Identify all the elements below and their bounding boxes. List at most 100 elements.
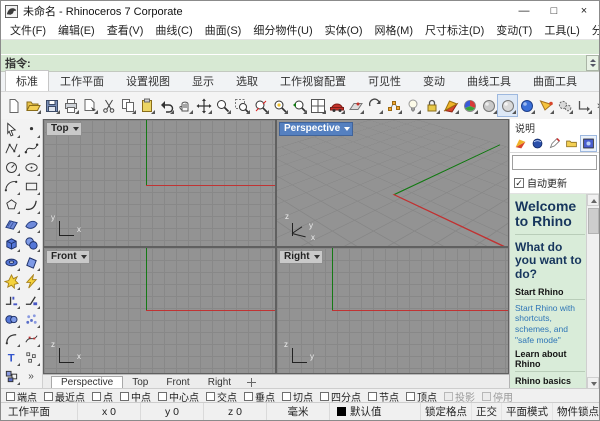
control-point-curve-icon[interactable] [1,139,21,158]
tab-visibility[interactable]: 可见性 [357,70,412,91]
duplicate-icon[interactable] [80,95,99,116]
help-scrollbar[interactable] [586,194,599,389]
osnap-end-checkbox[interactable] [6,392,15,401]
osnap-perpendicular-checkbox[interactable] [244,392,253,401]
chevron-down-icon[interactable] [81,255,87,259]
toggle-ortho[interactable]: 正交 [472,403,502,420]
tab-cplanes[interactable]: 工作平面 [49,70,115,91]
panel-tab-help-icon[interactable] [581,136,596,151]
osnap-intersection[interactable]: 交点 [206,389,237,404]
scroll-thumb[interactable] [588,208,599,234]
curve-fillet-icon[interactable] [1,329,21,348]
tab-select[interactable]: 选取 [225,70,269,91]
panel-tab-notes-icon[interactable] [547,136,562,151]
viewport-top-title[interactable]: Top [46,122,82,136]
block-icon[interactable] [1,367,21,386]
viewport-perspective-title[interactable]: Perspective [279,122,353,136]
menu-subd[interactable]: 细分物件(U) [247,22,318,38]
close-button[interactable]: × [569,1,599,21]
lamp-icon[interactable] [403,95,422,116]
paste-icon[interactable] [137,95,156,116]
chevron-down-icon[interactable] [344,127,350,131]
tab-surface-tools[interactable]: 曲面工具 [522,70,588,91]
cplane-icon[interactable] [346,95,365,116]
text-icon[interactable]: T [1,348,21,367]
explode-icon[interactable] [1,272,21,291]
point-grid-icon[interactable] [21,348,41,367]
shaded-sphere-icon[interactable] [479,95,498,116]
chevron-down-icon[interactable] [314,255,320,259]
sidebar-overflow-icon[interactable]: » [21,367,41,386]
menu-dimension[interactable]: 尺寸标注(D) [419,22,490,38]
undo-icon[interactable] [156,95,175,116]
print-icon[interactable] [61,95,80,116]
ellipse-icon[interactable] [21,158,41,177]
tab-curve-tools[interactable]: 曲线工具 [456,70,522,91]
named-view-icon[interactable] [327,95,346,116]
rebuild-curve-icon[interactable] [21,329,41,348]
menu-analyze[interactable]: 分析(A) [586,22,600,38]
rendered-sphere-icon[interactable] [517,95,536,116]
osnap-end[interactable]: 端点 [6,389,37,404]
new-viewport-tab-icon[interactable] [246,377,257,388]
flash-icon[interactable] [21,272,41,291]
point-icon[interactable] [21,120,41,139]
lock-icon[interactable] [422,95,441,116]
save-icon[interactable] [42,95,61,116]
viewport-front[interactable]: Front z x [44,248,275,374]
osnap-near[interactable]: 最近点 [44,389,85,404]
tab-display[interactable]: 显示 [181,70,225,91]
chevron-down-icon[interactable] [73,127,79,131]
history-icon[interactable] [574,95,593,116]
menu-surface[interactable]: 曲面(S) [199,22,248,38]
select-arrow-icon[interactable] [1,120,21,139]
osnap-point-checkbox[interactable] [92,392,101,401]
tab-standard[interactable]: 标准 [5,70,49,91]
chamfer-icon[interactable] [21,291,41,310]
tab-transform[interactable]: 变动 [412,70,456,91]
osnap-center-checkbox[interactable] [158,392,167,401]
menu-view[interactable]: 查看(V) [101,22,150,38]
menu-tools[interactable]: 工具(L) [538,22,585,38]
toggle-grid-snap[interactable]: 锁定格点 [421,403,472,420]
open-file-icon[interactable] [23,95,42,116]
extrude-icon[interactable] [21,253,41,272]
menu-edit[interactable]: 编辑(E) [52,22,101,38]
osnap-project[interactable]: 投影 [444,389,475,404]
viewport-right[interactable]: Right z y [277,248,508,374]
tab-solid-tools[interactable]: 实体工具 [588,70,600,91]
osnap-perpendicular[interactable]: 垂点 [244,389,275,404]
display-mode-icon[interactable] [441,95,460,116]
osnap-mid-checkbox[interactable] [120,392,129,401]
interpolate-curve-icon[interactable] [21,139,41,158]
copy-icon[interactable] [118,95,137,116]
zoom-window-icon[interactable] [232,95,251,116]
zoom-icon[interactable] [213,95,232,116]
osnap-vertex[interactable]: 顶点 [406,389,437,404]
viewport-perspective[interactable]: Perspective z x y [277,120,508,246]
zoom-previous-icon[interactable] [289,95,308,116]
circle-icon[interactable] [1,158,21,177]
ghosted-sphere-icon[interactable] [498,95,517,116]
osnap-mid[interactable]: 中点 [120,389,151,404]
osnap-disable[interactable]: 停用 [482,389,513,404]
osnap-vertex-checkbox[interactable] [406,392,415,401]
move-view-icon[interactable] [194,95,213,116]
color-wheel-icon[interactable] [460,95,479,116]
osnap-tangent[interactable]: 切点 [282,389,313,404]
minimize-button[interactable]: — [509,1,539,21]
polygon-icon[interactable] [1,196,21,215]
conic-curve-icon[interactable] [21,196,41,215]
osnap-quadrant-checkbox[interactable] [320,392,329,401]
toggle-osnap[interactable]: 物件锁点 [553,403,599,420]
zoom-selected-icon[interactable] [251,95,270,116]
cut-icon[interactable] [99,95,118,116]
fillet-icon[interactable] [1,291,21,310]
sphere-icon[interactable] [21,234,41,253]
tab-viewport-layout[interactable]: 工作视窗配置 [269,70,357,91]
cplane-button[interactable]: 工作平面 [1,403,78,420]
osnap-center[interactable]: 中心点 [158,389,199,404]
surface-corner-icon[interactable] [1,215,21,234]
menu-file[interactable]: 文件(F) [4,22,52,38]
boolean-union-icon[interactable] [1,310,21,329]
